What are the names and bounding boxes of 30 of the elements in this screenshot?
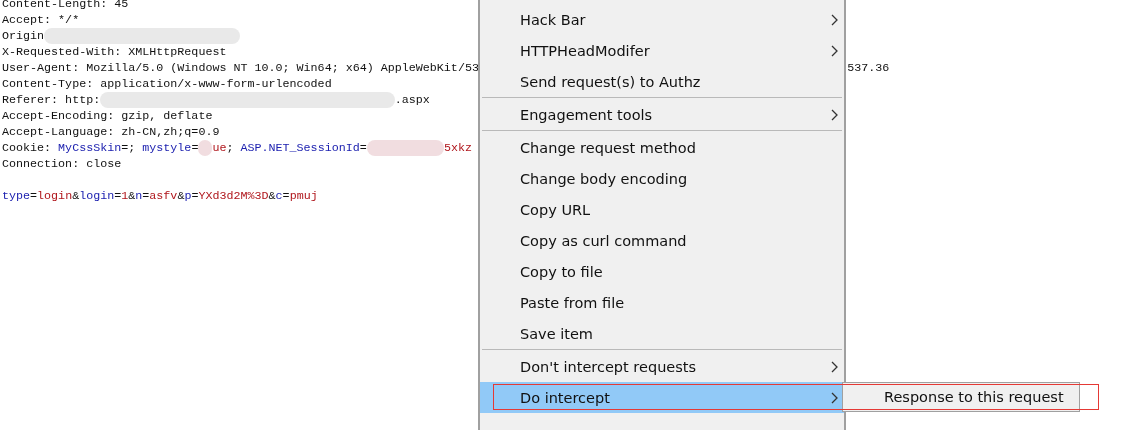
menu-item[interactable]: Change body encoding [480, 163, 844, 194]
submenu-item[interactable]: Response to this request [842, 382, 1080, 412]
code-text: .aspx [394, 92, 430, 108]
code-text: 5xkz [443, 140, 472, 156]
menu-item[interactable]: Engagement tools [480, 99, 844, 130]
code-line: Accept-Encoding: gzip, deflate [2, 108, 213, 124]
code-line: Connection: close [2, 156, 122, 172]
code-line: Accept: */* [2, 12, 80, 28]
menu-item[interactable]: Save item [480, 318, 844, 349]
code-text: Origin [2, 28, 45, 44]
code-text: Cookie: MyCssSkin=; mystyle= [2, 140, 199, 156]
menu-item[interactable]: Paste from file [480, 287, 844, 318]
code-line: type=login&login=1&n=asfv&p=YXd3d2M%3D&c=pmuj [2, 188, 318, 204]
menu-item[interactable]: Change request method [480, 132, 844, 163]
menu-item[interactable]: Copy as curl command [480, 225, 844, 256]
redaction-blur [198, 140, 213, 156]
menu-item[interactable]: Hack Bar [480, 4, 844, 35]
code-text: Referer: http: [2, 92, 101, 108]
code-line: Accept-Language: zh-CN,zh;q=0.9 [2, 124, 220, 140]
code-line: X-Requested-With: XMLHttpRequest [2, 44, 227, 60]
code-text: ue; ASP.NET_SessionId= [212, 140, 367, 156]
code-text: 537.36 [847, 60, 890, 76]
menu-item[interactable]: Send request(s) to Authz [480, 66, 844, 97]
menu-item[interactable]: Copy to file [480, 256, 844, 287]
code-text: User-Agent: Mozilla/5.0 (Windows NT 10.0; Win64; x64) AppleWebKit/53 [2, 60, 479, 76]
code-line: Content-Type: application/x-www-form-urlencoded [2, 76, 332, 92]
menu-item[interactable]: Do intercept [480, 382, 844, 413]
menu-item[interactable]: Copy URL [480, 194, 844, 225]
menu-item[interactable]: HTTPHeadModifer [480, 35, 844, 66]
menu-item[interactable]: Don't intercept requests [480, 351, 844, 382]
